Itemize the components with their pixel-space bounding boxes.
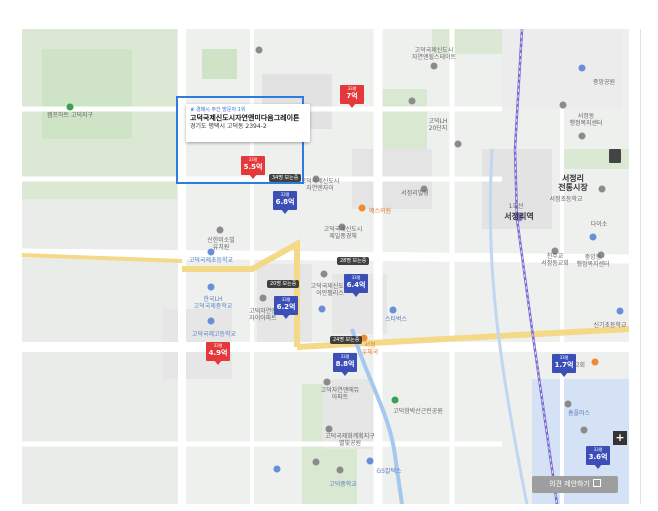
map-label: 서정동 행정복지센터: [569, 113, 603, 127]
price-marker[interactable]: 33평 1.7억: [552, 354, 576, 378]
school-icon: [273, 465, 281, 473]
building-icon: [216, 226, 224, 234]
building-icon: [255, 46, 263, 54]
park-icon: [66, 103, 74, 111]
price-marker[interactable]: 33평 8.8억: [333, 353, 357, 377]
school-icon: [389, 306, 397, 314]
map-label: 고덕국제신도시 자연앤자이: [300, 178, 340, 192]
gas-icon: [366, 457, 374, 465]
selected-apartment-card[interactable]: ♛ 경매시 주간 방문자 1위 고덕국제신도시자연앤미다음그레이튼 경기도 평택…: [176, 96, 310, 184]
building-icon: [564, 400, 572, 408]
suggest-feedback-button[interactable]: 의견 제안하기: [532, 476, 618, 493]
hospital-icon: [591, 358, 599, 366]
price-marker[interactable]: 33평 6.2억: [274, 296, 298, 320]
school-icon: [578, 64, 586, 72]
building-icon: [259, 294, 267, 302]
visitor-rank-badge: ♛ 경매시 주간 방문자 1위: [190, 107, 246, 113]
building-icon: [312, 458, 320, 466]
map-label: 천주교 서정동교회: [541, 253, 569, 267]
building-icon: [320, 270, 328, 278]
map-label: 고덕국제신도시 자연앤힐스테이트: [411, 47, 457, 61]
apartment-address: 경기도 평택시 고덕동 2394-2: [190, 123, 267, 130]
price-marker[interactable]: 33평 3.6억: [586, 446, 610, 470]
viewer-count-badge[interactable]: 24명 보는중: [330, 336, 363, 344]
building-icon: [598, 185, 606, 193]
school-icon: [207, 283, 215, 291]
map-label: 고덕국제화계획지구 별빛공원: [325, 433, 375, 447]
map-label: 고덕LH 20단지: [428, 118, 448, 132]
price-marker[interactable]: 33평 4.9억: [206, 342, 230, 366]
map-label: 중앙동 행정복지센터: [576, 254, 610, 268]
map-label: 서정초등학교: [549, 196, 583, 203]
map-label: 예스의원: [368, 208, 392, 215]
building-icon: [336, 466, 344, 474]
viewer-count-badge[interactable]: 28명 보는중: [337, 257, 370, 265]
map-label: 고덕중학교: [329, 481, 357, 488]
school-icon: [589, 233, 597, 241]
school-icon: [207, 317, 215, 325]
map-label: 신기초등학교: [593, 322, 627, 329]
map-label: 중앙공원: [592, 79, 616, 86]
apartment-name: 고덕국제신도시자연앤미다음그레이튼: [190, 114, 300, 122]
map-label: GS칼텍스: [376, 468, 402, 475]
building-icon: [454, 140, 462, 148]
park-icon: [391, 396, 399, 404]
school-icon: [616, 307, 624, 315]
cafe-icon: [358, 204, 366, 212]
map-label-market: 서정리 전통시장: [558, 174, 588, 192]
building-icon: [323, 378, 331, 386]
zoom-in-button[interactable]: +: [613, 431, 627, 445]
map-label: 고덕함박산근린공원: [393, 408, 443, 415]
school-icon: [318, 305, 326, 313]
suggest-feedback-label: 의견 제안하기: [549, 480, 590, 488]
building-icon: [559, 101, 567, 109]
building-icon: [325, 425, 333, 433]
building-icon: [580, 426, 588, 434]
building-icon: [578, 132, 586, 140]
map-label: 고덕국제초등학교: [188, 257, 234, 264]
map-label: 1호선: [508, 203, 524, 210]
map-label-station[interactable]: 서정리역: [504, 212, 533, 221]
price-marker[interactable]: 33평 7억: [340, 85, 364, 109]
price-marker[interactable]: 33평 6.8억: [273, 191, 297, 215]
store-icon[interactable]: [609, 149, 621, 163]
map-label: 고덕자연앤에듀 아파트: [320, 387, 360, 401]
map-label: 고덕국제신도시 제일풍경채: [323, 226, 363, 240]
panel-divider: [640, 29, 641, 504]
map-label: 고덕자연앤 자이아파트: [249, 308, 277, 322]
apartment-info-panel[interactable]: ♛ 경매시 주간 방문자 1위 고덕국제신도시자연앤미다음그레이튼 경기도 평택…: [186, 104, 310, 142]
map-label: 캠프하트 고덕지구: [46, 112, 94, 119]
building-icon: [430, 62, 438, 70]
map-label: 한국LH 고덕국제중학교: [193, 296, 233, 310]
price-marker[interactable]: 33평 6.4억: [344, 274, 368, 298]
map-label: 신한미소빌 유치원: [207, 237, 235, 251]
map-label: 홈플러스: [567, 410, 591, 417]
map-label: 서정 우체국: [361, 342, 379, 356]
map-label: 스타벅스: [384, 316, 408, 323]
map-label: 고덕국제고등학교: [191, 331, 237, 338]
map-label: 다이소: [590, 221, 608, 228]
viewer-count-badge[interactable]: 20명 보는중: [267, 280, 300, 288]
building-icon: [408, 97, 416, 105]
map-label: 서정리빌딩: [401, 190, 429, 197]
external-link-icon: [592, 479, 601, 487]
